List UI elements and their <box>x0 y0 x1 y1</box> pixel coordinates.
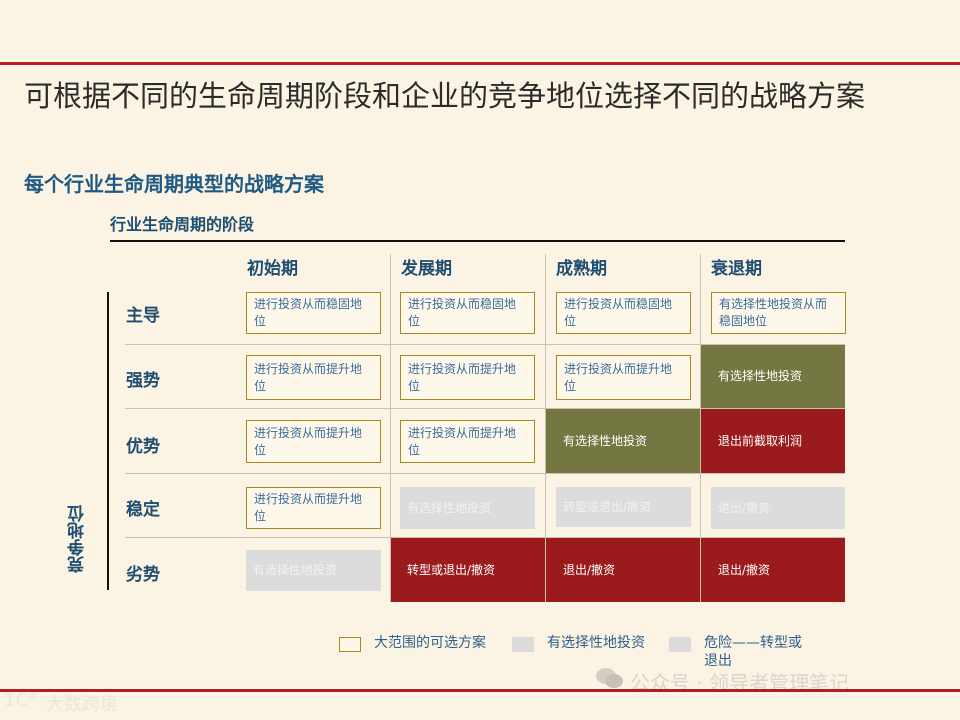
strategy-cell: 有选择性地投资从而稳固地位 <box>711 292 846 334</box>
position-axis-line <box>107 292 109 590</box>
strategy-cell: 有选择性地投资 <box>246 550 381 591</box>
column-header-decline: 衰退期 <box>711 259 762 279</box>
strategy-cell: 进行投资从而稳固地位 <box>400 292 535 334</box>
position-axis-label: 竞争地位 <box>68 505 88 573</box>
strategy-cell: 退出/撤资 <box>546 538 700 602</box>
strategy-cell: 进行投资从而稳固地位 <box>556 292 691 334</box>
strategy-cell: 有选择性地投资 <box>546 409 700 473</box>
strategy-cell: 有选择性地投资 <box>400 487 535 529</box>
column-header-growth: 发展期 <box>401 259 452 279</box>
column-header-initial: 初始期 <box>247 259 298 279</box>
strategy-cell: 退出/撤资 <box>711 487 845 529</box>
strategy-cell: 转型或退出/撤资 <box>556 487 691 527</box>
column-header-mature: 成熟期 <box>556 259 607 279</box>
row-header-favorable: 优势 <box>126 437 160 457</box>
watermark-logo: 1C° <box>4 690 38 711</box>
strategy-cell: 进行投资从而提升地位 <box>246 420 381 463</box>
lifecycle-axis-label: 行业生命周期的阶段 <box>110 215 255 234</box>
strategy-cell: 进行投资从而提升地位 <box>556 355 691 400</box>
legend-swatch-wide <box>339 637 361 652</box>
row-header-tenable: 稳定 <box>126 500 160 520</box>
row-header-dominant: 主导 <box>126 306 160 326</box>
page-subtitle: 每个行业生命周期典型的战略方案 <box>24 172 324 196</box>
strategy-cell: 转型或退出/撤资 <box>391 538 545 602</box>
row-header-weak: 劣势 <box>126 565 160 585</box>
page-title: 可根据不同的生命周期阶段和企业的竞争地位选择不同的战略方案 <box>24 79 866 113</box>
strategy-cell: 进行投资从而稳固地位 <box>246 292 381 334</box>
watermark-brand: 大数跨境 <box>46 694 118 715</box>
strategy-cell: 退出/撤资 <box>701 538 845 602</box>
legend-swatch-danger <box>669 637 691 652</box>
legend-label-selective: 有选择性地投资 <box>547 635 645 651</box>
row-header-strong: 强势 <box>126 371 160 391</box>
row-divider <box>125 473 845 474</box>
strategy-cell: 进行投资从而提升地位 <box>246 487 381 529</box>
legend-label-wide: 大范围的可选方案 <box>374 635 486 651</box>
top-accent-line <box>0 62 960 65</box>
strategy-cell: 进行投资从而提升地位 <box>246 355 381 400</box>
legend-swatch-selective <box>512 637 534 652</box>
strategy-cell: 进行投资从而提升地位 <box>400 355 535 400</box>
bottom-accent-line <box>0 689 960 692</box>
legend-label-danger: 危险——转型或退出 <box>704 635 802 669</box>
strategy-cell: 进行投资从而提升地位 <box>400 420 535 463</box>
lifecycle-axis-line <box>110 240 845 242</box>
strategy-cell: 有选择性地投资 <box>701 345 845 408</box>
strategy-cell: 退出前截取利润 <box>701 409 845 473</box>
